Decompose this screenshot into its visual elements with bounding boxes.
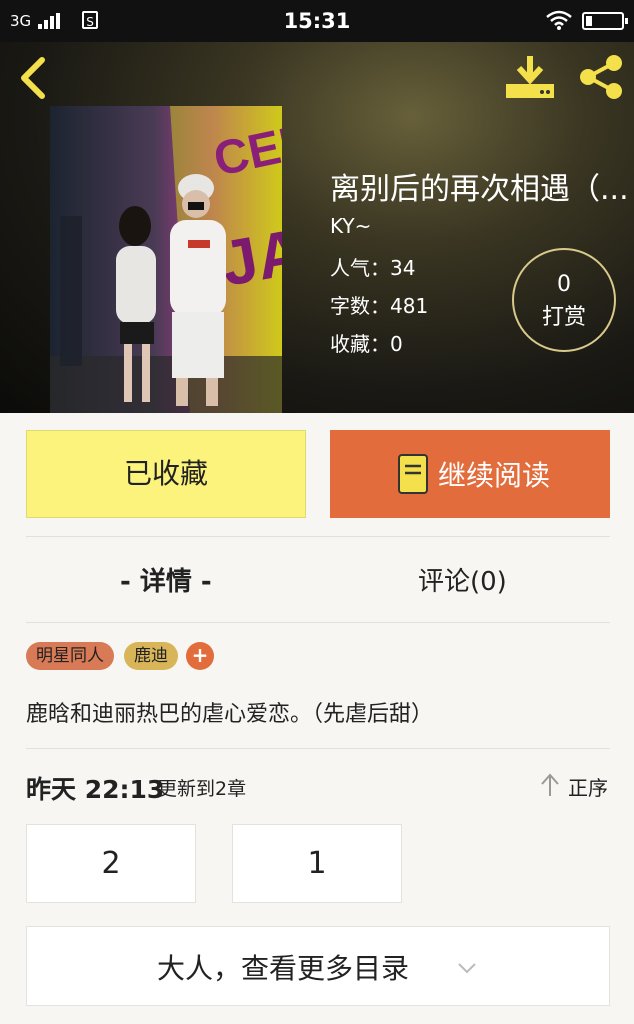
favorites-stat: 收藏：0 — [330, 332, 403, 356]
book-icon — [398, 454, 428, 494]
favorited-button[interactable]: 已收藏 — [26, 430, 306, 518]
share-icon[interactable] — [576, 54, 626, 100]
reward-button[interactable]: 0 打赏 — [512, 248, 616, 352]
update-text: 更新到2章 — [158, 778, 247, 800]
wifi-icon — [546, 10, 572, 30]
sort-order-label: 正序 — [568, 776, 608, 800]
chapter-item[interactable]: 1 — [232, 824, 402, 903]
status-time: 15:31 — [283, 9, 351, 33]
continue-reading-button[interactable]: 继续阅读 — [330, 430, 610, 518]
update-time: 昨天 22:13 — [26, 775, 165, 804]
back-icon[interactable] — [16, 56, 52, 100]
divider — [26, 748, 610, 749]
tag-celebrity-fanfic[interactable]: 明星同人 — [26, 642, 114, 670]
up-arrow-icon — [541, 773, 559, 796]
book-description: 鹿晗和迪丽热巴的虐心爱恋。（先虐后甜） — [26, 702, 434, 727]
reward-label: 打赏 — [541, 305, 586, 330]
status-bar: 3G S 15:31 — [0, 0, 634, 42]
popularity-stat: 人气：34 — [330, 256, 416, 280]
divider — [26, 536, 610, 537]
add-tag-button[interactable]: + — [186, 642, 214, 670]
chapter-item[interactable]: 2 — [26, 824, 196, 903]
continue-reading-label: 继续阅读 — [438, 459, 551, 492]
download-icon[interactable] — [504, 54, 556, 100]
book-header: CEI JA 离别后的再次相遇（... KY~ 人气：34 字数：481 收藏：… — [0, 42, 634, 413]
chevron-down-icon — [458, 963, 476, 974]
reward-count: 0 — [557, 272, 571, 297]
book-author[interactable]: KY~ — [330, 214, 371, 238]
tag-ludi[interactable]: 鹿迪 — [124, 642, 178, 670]
more-catalog-button[interactable]: 大人，查看更多目录 — [26, 926, 610, 1006]
tab-details[interactable]: - 详情 - — [120, 560, 212, 604]
battery-icon — [582, 12, 628, 30]
word-count-stat: 字数：481 — [330, 294, 429, 318]
divider — [26, 622, 610, 623]
tab-comments[interactable]: 评论(0) — [418, 560, 507, 604]
book-title: 离别后的再次相遇（... — [330, 172, 629, 207]
book-cover-image: CEI JA — [50, 106, 282, 413]
more-catalog-label: 大人，查看更多目录 — [157, 952, 410, 985]
